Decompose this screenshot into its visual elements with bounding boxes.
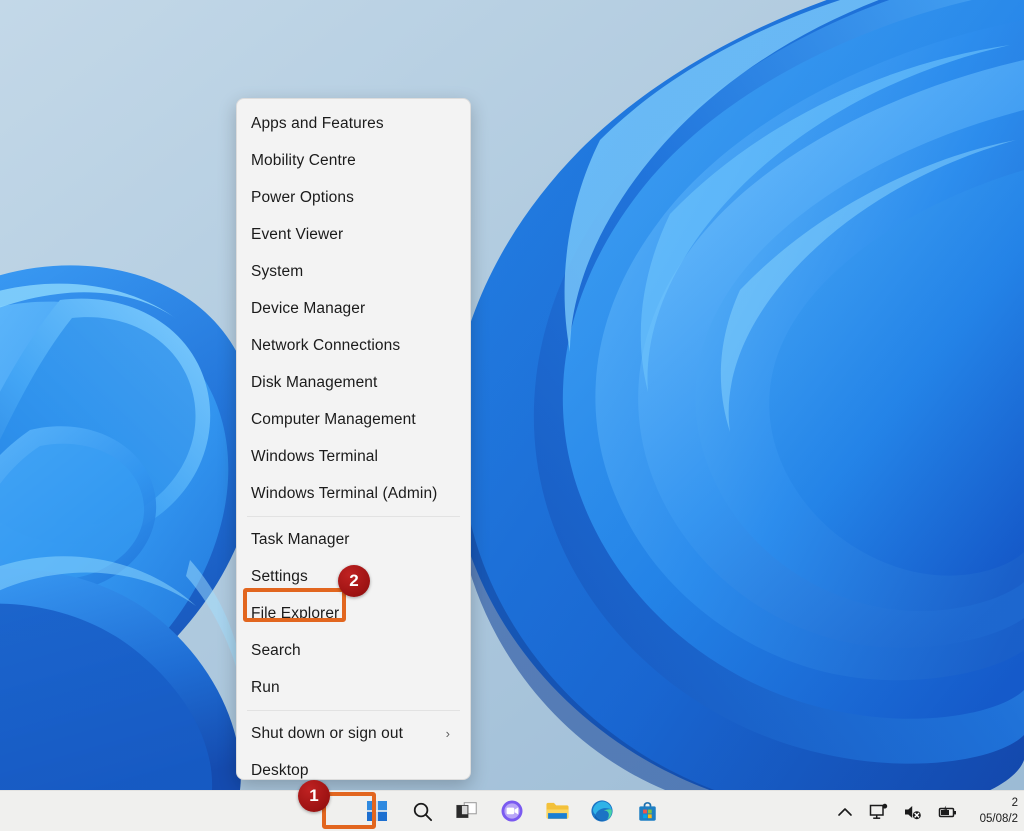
clock[interactable]: 2 05/08/2 xyxy=(972,796,1018,827)
menu-item-apps-and-features[interactable]: Apps and Features xyxy=(237,105,470,142)
menu-item-run[interactable]: Run xyxy=(237,669,470,706)
menu-item-label: Desktop xyxy=(251,762,456,780)
menu-item-label: File Explorer xyxy=(251,605,456,623)
menu-separator xyxy=(247,516,460,517)
menu-item-label: Network Connections xyxy=(251,337,456,355)
store-icon xyxy=(636,800,659,823)
menu-item-label: Windows Terminal xyxy=(251,448,456,466)
menu-item-label: Event Viewer xyxy=(251,226,456,244)
menu-item-label: Shut down or sign out xyxy=(251,725,446,743)
search-icon xyxy=(411,800,434,823)
menu-item-label: Mobility Centre xyxy=(251,152,456,170)
menu-item-label: Device Manager xyxy=(251,300,456,318)
task-view-button[interactable] xyxy=(450,794,484,828)
menu-item-disk-management[interactable]: Disk Management xyxy=(237,364,470,401)
menu-item-label: Search xyxy=(251,642,456,660)
taskbar-icon-group xyxy=(360,791,664,831)
chat-button[interactable] xyxy=(495,794,529,828)
menu-item-task-manager[interactable]: Task Manager xyxy=(237,521,470,558)
menu-item-label: Windows Terminal (Admin) xyxy=(251,485,456,503)
battery-charging-icon xyxy=(936,804,958,820)
menu-item-power-options[interactable]: Power Options xyxy=(237,179,470,216)
taskbar[interactable]: 2 05/08/2 xyxy=(0,790,1024,831)
desktop-screen: Apps and Features Mobility Centre Power … xyxy=(0,0,1024,831)
menu-item-label: Power Options xyxy=(251,189,456,207)
winx-power-user-menu[interactable]: Apps and Features Mobility Centre Power … xyxy=(236,98,471,780)
system-tray: 2 05/08/2 xyxy=(834,791,1024,831)
battery-button[interactable] xyxy=(936,801,958,823)
start-button[interactable] xyxy=(360,794,394,828)
menu-item-file-explorer[interactable]: File Explorer xyxy=(237,595,470,632)
speaker-muted-icon xyxy=(903,803,923,821)
chevron-right-icon: › xyxy=(446,726,456,741)
network-monitor-icon xyxy=(869,803,889,821)
show-hidden-icons-button[interactable] xyxy=(834,801,856,823)
menu-item-computer-management[interactable]: Computer Management xyxy=(237,401,470,438)
task-view-icon xyxy=(455,800,479,822)
menu-item-search[interactable]: Search xyxy=(237,632,470,669)
menu-item-label: Computer Management xyxy=(251,411,456,429)
step-badge-1: 1 xyxy=(298,780,330,812)
menu-item-event-viewer[interactable]: Event Viewer xyxy=(237,216,470,253)
menu-item-label: Apps and Features xyxy=(251,115,456,133)
menu-item-network-connections[interactable]: Network Connections xyxy=(237,327,470,364)
menu-item-desktop[interactable]: Desktop xyxy=(237,752,470,780)
chat-icon xyxy=(500,799,524,823)
desktop-wallpaper xyxy=(0,0,1024,790)
menu-item-label: Run xyxy=(251,679,456,697)
menu-item-mobility-centre[interactable]: Mobility Centre xyxy=(237,142,470,179)
search-button[interactable] xyxy=(405,794,439,828)
edge-button[interactable] xyxy=(585,794,619,828)
network-button[interactable] xyxy=(868,801,890,823)
menu-item-label: System xyxy=(251,263,456,281)
volume-button[interactable] xyxy=(902,801,924,823)
menu-item-windows-terminal-admin[interactable]: Windows Terminal (Admin) xyxy=(237,475,470,512)
menu-separator xyxy=(247,710,460,711)
menu-item-windows-terminal[interactable]: Windows Terminal xyxy=(237,438,470,475)
menu-item-shut-down-or-sign-out[interactable]: Shut down or sign out › xyxy=(237,715,470,752)
folder-icon xyxy=(545,800,570,822)
store-button[interactable] xyxy=(630,794,664,828)
menu-item-device-manager[interactable]: Device Manager xyxy=(237,290,470,327)
step-badge-2: 2 xyxy=(338,565,370,597)
clock-time: 2 xyxy=(1012,796,1018,812)
file-explorer-button[interactable] xyxy=(540,794,574,828)
edge-icon xyxy=(590,799,614,823)
chevron-up-icon xyxy=(837,806,853,818)
clock-date: 05/08/2 xyxy=(980,812,1018,828)
menu-item-system[interactable]: System xyxy=(237,253,470,290)
menu-item-label: Task Manager xyxy=(251,531,456,549)
menu-item-label: Disk Management xyxy=(251,374,456,392)
windows-logo-icon xyxy=(366,800,388,822)
